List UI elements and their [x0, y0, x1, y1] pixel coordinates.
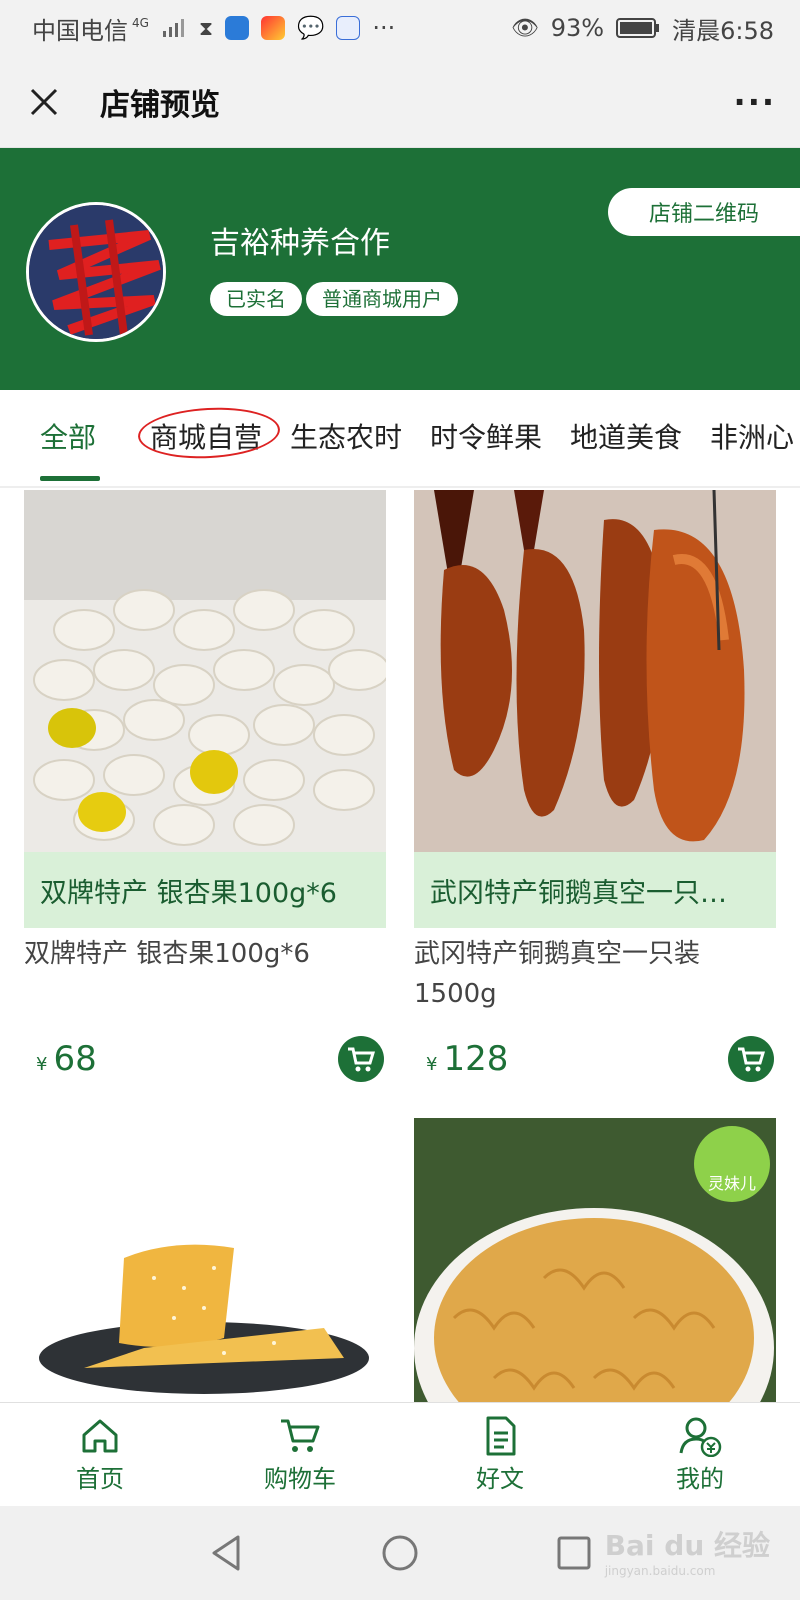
- category-tabs: 全部 商城自营 生态农时 时令鲜果 地道美食 非洲心: [0, 390, 800, 488]
- bottom-nav: 首页 购物车 好文 我的: [0, 1402, 800, 1506]
- currency-symbol: ¥: [36, 1054, 48, 1075]
- baidu-watermark: Bai du 经验 jingyan.baidu.com: [605, 1524, 770, 1578]
- tab-africa[interactable]: 非洲心: [710, 416, 794, 456]
- verified-badge: 已实名: [210, 282, 302, 316]
- eye-icon: 👁: [510, 15, 539, 41]
- back-icon[interactable]: [208, 1533, 244, 1573]
- close-button[interactable]: [24, 82, 64, 122]
- hourglass-icon: ⧗: [198, 16, 213, 40]
- product-card[interactable]: [24, 1118, 386, 1402]
- user-icon: [679, 1417, 722, 1457]
- home-icon: [82, 1419, 118, 1453]
- system-nav-bar: Bai du 经验 jingyan.baidu.com: [0, 1506, 800, 1600]
- price-row: ¥128: [414, 1036, 776, 1082]
- shop-qrcode-button[interactable]: 店铺二维码: [608, 188, 800, 236]
- user-level-badge: 普通商城用户: [306, 282, 458, 316]
- nav-me-label: 我的: [676, 1465, 724, 1493]
- close-icon: [30, 88, 58, 115]
- product-price: ¥68: [36, 1039, 97, 1079]
- product-image-goose[interactable]: [414, 490, 776, 852]
- product-card[interactable]: 武冈特产铜鹅真空一只… 武冈特产铜鹅真空一只装1500g ¥128: [414, 490, 776, 1082]
- tab-local-food[interactable]: 地道美食: [570, 416, 682, 456]
- product-overlay-title: 双牌特产 银杏果100g*6: [24, 852, 386, 928]
- price-value: 68: [53, 1039, 97, 1079]
- nav-articles[interactable]: 好文: [400, 1403, 600, 1506]
- product-price: ¥128: [426, 1039, 508, 1079]
- video-app-icon: [260, 16, 285, 40]
- home-circle-icon[interactable]: [380, 1533, 420, 1573]
- carrier-label: 中国电信: [32, 16, 128, 45]
- shop-avatar[interactable]: [26, 202, 166, 342]
- active-tab-indicator: [40, 476, 100, 481]
- nav-home[interactable]: 首页: [0, 1403, 200, 1506]
- product-card[interactable]: 双牌特产 银杏果100g*6 双牌特产 银杏果100g*6 ¥68: [24, 490, 386, 1082]
- shop-name: 吉裕种养合作: [210, 226, 390, 261]
- more-menu-button[interactable]: ···: [734, 83, 776, 121]
- page-title: 店铺预览: [100, 87, 220, 123]
- price-row: ¥68: [24, 1036, 386, 1082]
- baidu-app-icon: [336, 16, 361, 40]
- nav-cart-label: 购物车: [264, 1465, 336, 1493]
- tab-eco-farming[interactable]: 生态农时: [290, 416, 402, 456]
- brand-badge-text: 灵妹儿: [707, 1174, 756, 1193]
- shield-app-icon: [224, 16, 249, 40]
- clock: 清晨6:58: [672, 16, 774, 45]
- nav-cart[interactable]: 购物车: [200, 1403, 400, 1506]
- price-value: 128: [443, 1039, 509, 1079]
- add-to-cart-button[interactable]: [338, 1036, 384, 1082]
- title-bar: 店铺预览 ···: [0, 56, 800, 148]
- cart-icon: [348, 1047, 376, 1072]
- product-card[interactable]: 灵妹儿: [414, 1118, 776, 1402]
- watermark-brand: Bai du 经验: [604, 1529, 770, 1562]
- battery-icon: [616, 18, 660, 38]
- tab-seasonal-fruit[interactable]: 时令鲜果: [430, 416, 542, 456]
- document-icon: [486, 1416, 516, 1456]
- shop-header: 吉裕种养合作 已实名 普通商城用户 店铺二维码: [0, 148, 800, 390]
- battery-percent: 93%: [550, 14, 605, 42]
- brand-badge: 灵妹儿: [694, 1126, 770, 1202]
- signal-icon: [162, 19, 184, 37]
- avatar-image: [29, 205, 163, 339]
- product-grid: 双牌特产 银杏果100g*6 双牌特产 银杏果100g*6 ¥68 武冈特产铜鹅…: [0, 490, 800, 1402]
- product-image-ginkgo[interactable]: [24, 490, 386, 852]
- product-name[interactable]: 武冈特产铜鹅真空一只装1500g: [414, 934, 776, 1014]
- product-image-dried-fungus[interactable]: 灵妹儿: [414, 1118, 776, 1402]
- nav-me[interactable]: 我的: [600, 1403, 800, 1506]
- status-bar: 中国电信 4G ⧗ 💬 ··· 👁 93% 清晨6:58: [0, 0, 800, 56]
- watermark-url: jingyan.baidu.com: [604, 1564, 716, 1578]
- currency-symbol: ¥: [426, 1054, 438, 1075]
- add-to-cart-button[interactable]: [728, 1036, 774, 1082]
- product-overlay-title: 武冈特产铜鹅真空一只…: [414, 852, 776, 928]
- chat-icon: 💬: [296, 15, 325, 41]
- product-image-sesame-candy[interactable]: [24, 1118, 386, 1402]
- cart-icon: [738, 1047, 766, 1072]
- network-label: 4G: [132, 16, 149, 30]
- shop-tags: 已实名 普通商城用户: [210, 282, 458, 316]
- more-notifications-icon: ···: [372, 14, 396, 42]
- tab-all[interactable]: 全部: [40, 416, 96, 456]
- nav-articles-label: 好文: [476, 1465, 524, 1493]
- cart-icon: [281, 1419, 320, 1452]
- recents-icon[interactable]: [556, 1535, 592, 1571]
- nav-home-label: 首页: [76, 1465, 124, 1493]
- product-name[interactable]: 双牌特产 银杏果100g*6: [24, 934, 386, 1014]
